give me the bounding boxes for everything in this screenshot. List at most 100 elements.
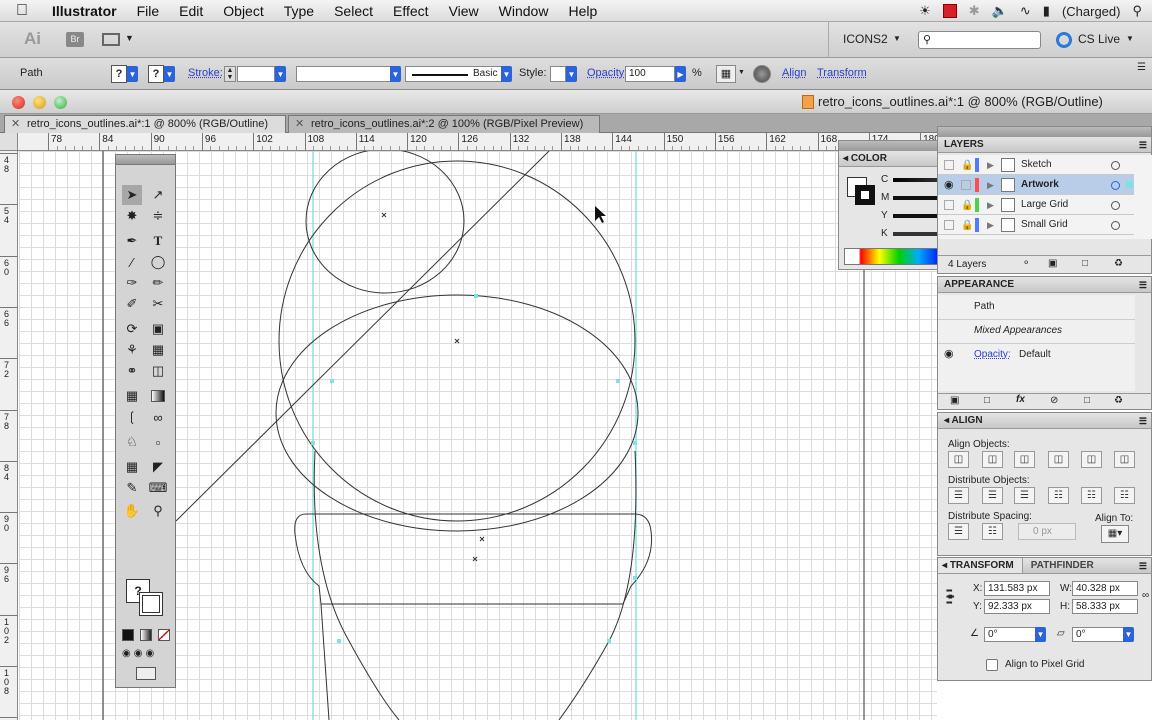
bridge-button[interactable]: Br <box>66 32 84 47</box>
variable-width-dropdown[interactable]: ▼ <box>390 66 401 82</box>
vertical-distribute-space-icon[interactable]: ☰ <box>948 523 969 540</box>
chevron-down-icon[interactable]: ▼ <box>893 34 901 43</box>
horizontal-ruler[interactable]: 78 84 90 96 102 108 114 120 126 132 138 144 150 156 16… <box>18 133 938 151</box>
channel-m-slider[interactable] <box>893 196 939 200</box>
zoom-tool-icon[interactable]: ⚲ <box>148 501 168 521</box>
y-field[interactable]: 92.333 px <box>984 599 1050 614</box>
brush-definition[interactable]: Basic <box>405 66 503 82</box>
stroke-swatch[interactable]: ? <box>148 65 164 83</box>
panel-menu-icon[interactable]: ☰ <box>1139 277 1147 293</box>
duplicate-item-icon[interactable]: □ <box>1084 395 1090 406</box>
expand-triangle-icon[interactable]: ▶ <box>987 175 994 195</box>
align-top-icon[interactable]: ◫ <box>1048 451 1069 468</box>
warp-tool-icon[interactable]: ⚘ <box>122 340 142 360</box>
selection-indicator[interactable] <box>1126 181 1133 188</box>
stroke-swatch[interactable] <box>855 185 875 205</box>
panel-grip[interactable] <box>938 127 1151 137</box>
rotate-field[interactable]: 0° <box>984 627 1036 642</box>
brush-dropdown[interactable]: ▼ <box>501 66 512 82</box>
locate-object-icon[interactable]: ⚬ <box>1022 258 1030 269</box>
transform-link[interactable]: Transform <box>817 67 867 79</box>
ruler-origin[interactable] <box>0 133 18 151</box>
wifi-icon[interactable]: ∿ <box>1020 3 1031 19</box>
make-clipping-mask-icon[interactable]: ▣ <box>1048 258 1057 269</box>
none-mode-button[interactable] <box>158 629 170 641</box>
graph-tool-icon[interactable]: ▫ <box>148 432 168 452</box>
channel-k-slider[interactable] <box>893 232 939 236</box>
layer-name[interactable]: Small Grid <box>1021 215 1068 235</box>
perspective-grid-tool-icon[interactable]: ◫ <box>148 361 168 381</box>
record-icon[interactable] <box>942 4 957 18</box>
tab-document-1[interactable]: ✕ retro_icons_outlines.ai*:1 @ 800% (RGB… <box>4 115 286 133</box>
cs-live-button[interactable]: CS Live <box>1078 32 1120 46</box>
close-icon[interactable]: ✕ <box>11 116 20 133</box>
stroke-weight-field[interactable] <box>237 66 275 82</box>
w-field[interactable]: 40.328 px <box>1072 581 1138 596</box>
layer-row-sketch[interactable]: 🔒 ▶ Sketch <box>938 155 1134 175</box>
menu-object[interactable]: Object <box>213 0 273 22</box>
shape-builder-tool-icon[interactable]: ⚭ <box>122 361 142 381</box>
menu-select[interactable]: Select <box>324 0 383 22</box>
line-tool-icon[interactable]: ∕ <box>122 252 142 272</box>
pen-tool-icon[interactable]: ✒ <box>122 231 142 251</box>
bluetooth-icon[interactable]: ✱ <box>969 3 980 19</box>
align-panel-title[interactable]: ◂ ALIGN ☰ <box>938 413 1151 429</box>
target-icon[interactable] <box>1111 201 1120 210</box>
add-fill-icon[interactable]: □ <box>984 395 990 406</box>
expand-triangle-icon[interactable]: ▶ <box>987 215 994 235</box>
scissors-tool-icon[interactable]: ✂ <box>148 294 168 314</box>
battery-icon[interactable]: ▮ <box>1043 3 1050 19</box>
panel-menu-icon[interactable]: ☰ <box>1139 558 1147 574</box>
distribute-horizontal-center-icon[interactable]: ☷ <box>1081 487 1102 504</box>
panel-grip[interactable] <box>839 141 939 151</box>
tab-pathfinder[interactable]: PATHFINDER <box>1023 558 1102 574</box>
select-similar-button[interactable]: ▦ <box>716 65 736 83</box>
delete-layer-icon[interactable]: ♻ <box>1114 258 1123 269</box>
mixed-appearances[interactable]: Mixed Appearances <box>974 325 1062 336</box>
target-icon[interactable] <box>1111 221 1120 230</box>
chevron-down-icon[interactable]: ▼ <box>738 69 745 76</box>
mesh-tool-icon[interactable]: ▦ <box>122 386 142 406</box>
eraser-tool-icon[interactable]: ✎ <box>122 478 142 498</box>
lasso-tool-icon[interactable]: ≑ <box>148 206 168 226</box>
add-stroke-icon[interactable]: ▣ <box>950 395 959 406</box>
lock-slot[interactable] <box>961 180 971 190</box>
channel-c-slider[interactable] <box>893 178 939 182</box>
clear-appearance-icon[interactable]: ⊘ <box>1050 395 1058 406</box>
align-link[interactable]: Align <box>782 67 806 79</box>
menu-window[interactable]: Window <box>489 0 559 22</box>
color-mode-button[interactable] <box>122 629 134 641</box>
opacity-field[interactable]: 100 <box>625 66 675 82</box>
menu-file[interactable]: File <box>127 0 170 22</box>
eye-icon[interactable] <box>944 160 954 170</box>
gradient-tool-icon[interactable] <box>148 386 168 406</box>
opacity-dropdown[interactable]: ▶ <box>675 66 686 82</box>
constrain-proportions-link-icon[interactable]: ∞ <box>1142 590 1149 601</box>
blob-brush-tool-icon[interactable]: ✐ <box>122 294 142 314</box>
opacity-label[interactable]: Opacity: <box>587 67 627 79</box>
distribute-right-icon[interactable]: ☷ <box>1114 487 1135 504</box>
h-field[interactable]: 58.333 px <box>1072 599 1138 614</box>
search-input[interactable]: ⚲ <box>918 31 1041 49</box>
zoom-window-button[interactable] <box>54 96 67 109</box>
recolor-artwork-icon[interactable] <box>753 65 771 83</box>
align-horizontal-center-icon[interactable]: ◫ <box>982 451 1003 468</box>
brightness-icon[interactable]: ☀ <box>919 3 931 19</box>
fill-swatch[interactable]: ? <box>111 65 127 83</box>
stroke-weight-dropdown[interactable]: ▼ <box>275 66 286 82</box>
panel-menu-icon[interactable]: ☰ <box>1139 137 1147 153</box>
variable-width-profile[interactable] <box>296 66 392 82</box>
color-panel-title[interactable]: ◂ COLOR <box>839 151 939 167</box>
align-left-icon[interactable]: ◫ <box>948 451 969 468</box>
layer-row-large-grid[interactable]: 🔒 ▶ Large Grid <box>938 195 1134 215</box>
delete-item-icon[interactable]: ♻ <box>1114 395 1123 406</box>
spotlight-icon[interactable]: ⚲ <box>1132 3 1142 19</box>
battery-status[interactable]: (Charged) <box>1062 4 1121 19</box>
target-icon[interactable] <box>1111 181 1120 190</box>
lock-icon[interactable]: 🔒 <box>961 196 973 216</box>
layer-name[interactable]: Sketch <box>1021 155 1052 175</box>
align-vertical-center-icon[interactable]: ◫ <box>1081 451 1102 468</box>
fill-dropdown[interactable]: ▼ <box>127 66 138 82</box>
target-icon[interactable] <box>1111 161 1120 170</box>
workspace-switcher[interactable]: ICONS2 <box>843 32 888 46</box>
